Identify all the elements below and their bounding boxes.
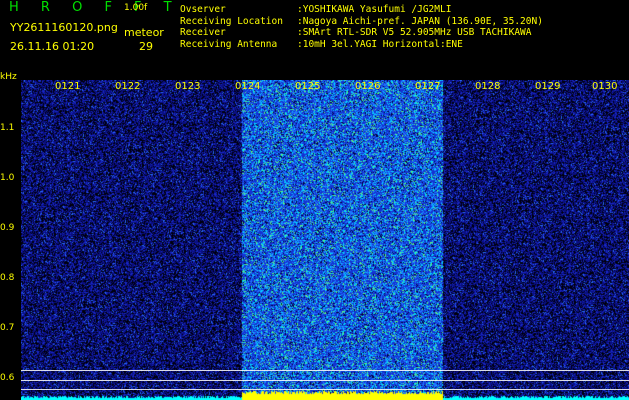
meteor-count: 29 xyxy=(139,40,153,53)
y-tick-label: 0.7 xyxy=(0,323,15,333)
info-key: Receiving Antenna xyxy=(180,38,278,50)
info-row-observer: Ovserver :YOSHIKAWA Yasufumi /JG2MLI xyxy=(180,4,543,16)
reference-line xyxy=(21,380,629,381)
x-tick-label: 0130 xyxy=(592,81,618,92)
app-logo: H R O F F T xyxy=(9,0,181,15)
info-value: :10mH 3el.YAGI Horizontal:ENE xyxy=(297,38,463,50)
x-tick-label: 0126 xyxy=(355,81,381,92)
y-tick-label: 0.6 xyxy=(0,373,15,383)
x-tick-label: 0128 xyxy=(475,81,501,92)
x-tick-label: 0122 xyxy=(115,81,141,92)
info-key: Receiver xyxy=(180,27,226,38)
info-value: :Nagoya Aichi-pref. JAPAN (136.90E, 35.2… xyxy=(297,15,543,27)
spectrogram xyxy=(21,80,629,400)
datetime-label: 26.11.16 01:20 xyxy=(10,40,95,53)
meteor-label: meteor xyxy=(124,26,164,39)
info-row-receiver: Receiver :SMArt RTL-SDR V5 52.905MHz USB … xyxy=(180,27,543,39)
y-tick-label: 0.9 xyxy=(0,223,15,233)
filename-label: YY2611160120.png xyxy=(10,21,118,34)
info-value: :YOSHIKAWA Yasufumi /JG2MLI xyxy=(297,4,452,15)
info-row-location: Receiving Location :Nagoya Aichi-pref. JA… xyxy=(180,16,543,28)
y-tick-label: 1.0 xyxy=(0,173,15,183)
y-tick-label: 1.1 xyxy=(0,123,15,133)
header: H R O F F T 1.00f YY2611160120.png 26.11… xyxy=(0,0,629,78)
info-row-antenna: Receiving Antenna :10mH 3el.YAGI Horizont… xyxy=(180,39,543,51)
x-tick-label: 0125 xyxy=(295,81,321,92)
x-tick-label: 0129 xyxy=(535,81,561,92)
info-value: :SMArt RTL-SDR V5 52.905MHz USB TACHIKAW… xyxy=(297,27,532,38)
reference-line xyxy=(21,389,629,390)
x-tick-label: 0123 xyxy=(175,81,201,92)
reference-line xyxy=(21,370,629,371)
x-tick-label: 0124 xyxy=(235,81,261,92)
spectrogram-canvas xyxy=(21,80,629,400)
version-label: 1.00f xyxy=(124,3,148,13)
x-tick-label: 0121 xyxy=(55,81,81,92)
y-tick-label: 0.8 xyxy=(0,273,15,283)
info-key: Receiving Location xyxy=(180,15,283,27)
station-info: Ovserver :YOSHIKAWA Yasufumi /JG2MLI Rece… xyxy=(180,4,543,50)
info-key: Ovserver xyxy=(180,4,226,15)
y-axis-unit: kHz xyxy=(0,72,17,82)
x-tick-label: 0127 xyxy=(415,81,441,92)
